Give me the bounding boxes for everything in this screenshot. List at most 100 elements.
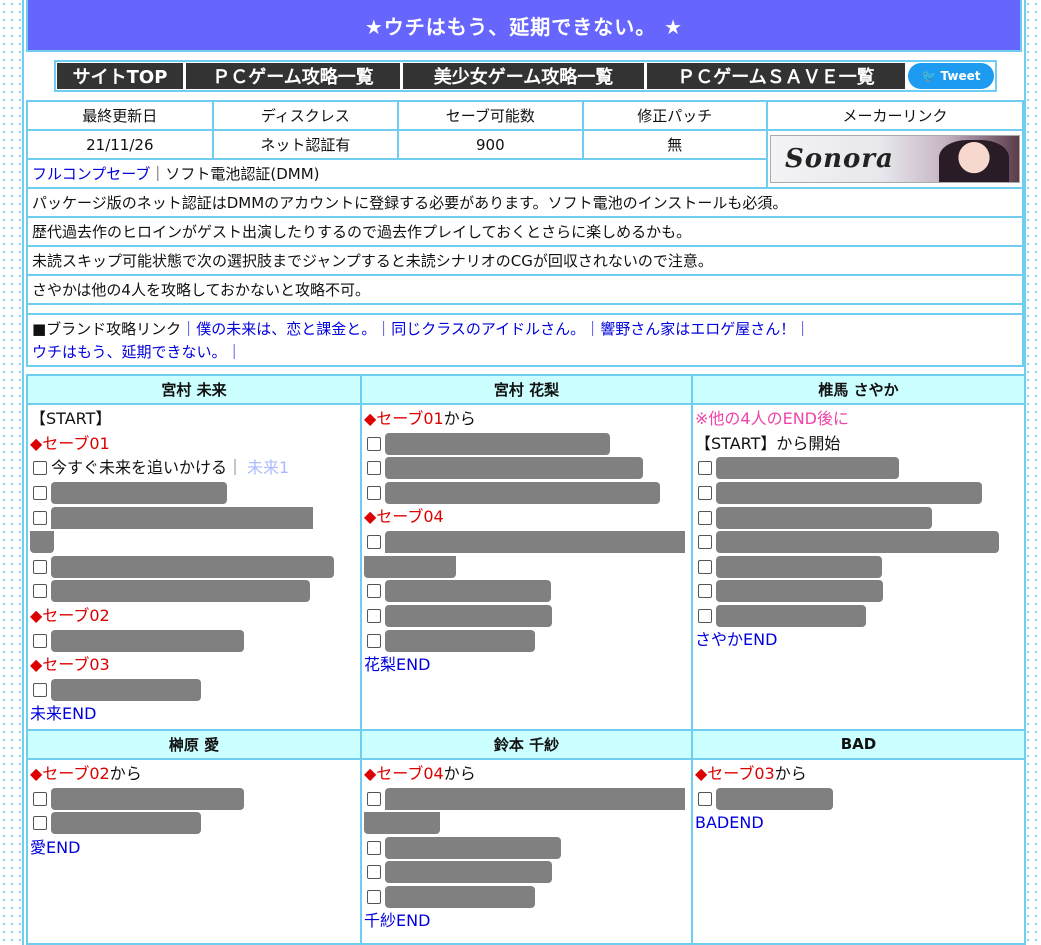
hidden-choice[interactable] (51, 678, 201, 701)
hidden-choice[interactable] (385, 580, 551, 603)
hidden-choice[interactable] (385, 861, 552, 884)
choice-checkbox[interactable] (698, 584, 712, 599)
hidden-choice[interactable] (51, 482, 227, 505)
start-label: ◆セーブ01 から (364, 409, 476, 428)
hidden-choice[interactable] (716, 506, 932, 529)
maker-banner-link[interactable]: Sonora (769, 135, 1020, 183)
choice-checkbox[interactable] (33, 682, 47, 697)
choice-checkbox[interactable] (33, 791, 47, 806)
full-complete-save-link[interactable]: フルコンプセーブ (32, 165, 150, 183)
header-diskless: ディスクレス (211, 100, 400, 131)
hidden-choice[interactable] (385, 836, 561, 859)
hidden-choice-wrap[interactable] (30, 531, 54, 554)
choice-checkbox[interactable] (367, 584, 381, 599)
brand-link-onaji-class[interactable]: 同じクラスのアイドルさん。 (391, 320, 585, 338)
route-ai: ◆セーブ02 から 愛END (26, 757, 362, 945)
hidden-choice[interactable] (385, 787, 685, 810)
choice-row-wrap (364, 811, 689, 836)
choice-row (30, 505, 358, 530)
route-header-miku: 宮村 未来 (26, 374, 362, 405)
spacer-row (26, 303, 1024, 315)
ending-link[interactable]: 千紗END (364, 909, 689, 934)
hidden-choice[interactable] (51, 555, 334, 578)
choice-checkbox[interactable] (367, 889, 381, 904)
nav-site-top[interactable]: サイトTOP (57, 63, 183, 89)
ending-link[interactable]: 未来END (30, 702, 358, 727)
choice-row (364, 481, 689, 506)
hidden-choice[interactable] (716, 555, 882, 578)
header-last-updated: 最終更新日 (26, 100, 214, 131)
choice-checkbox[interactable] (367, 840, 381, 855)
hidden-choice[interactable] (716, 457, 899, 480)
choice-row: 今すぐ未来を追いかける ｜ 未来1 (30, 456, 358, 481)
brand-link-boku-no-mirai[interactable]: 僕の未来は、恋と課金と。 (196, 320, 376, 338)
choice-checkbox[interactable] (698, 609, 712, 624)
choice-checkbox[interactable] (698, 510, 712, 525)
choice-checkbox[interactable] (367, 609, 381, 624)
hidden-choice[interactable] (716, 531, 999, 554)
tweet-button[interactable]: 🐦 Tweet (908, 63, 994, 89)
choice-text: 今すぐ未来を追いかける (51, 458, 228, 478)
hidden-choice[interactable] (385, 531, 685, 554)
choice-checkbox[interactable] (33, 461, 47, 476)
start-label: ◆セーブ03 から (695, 763, 807, 783)
choice-checkbox[interactable] (367, 791, 381, 806)
hidden-choice[interactable] (385, 605, 552, 628)
value-save-slots: 900 (397, 129, 584, 160)
choice-checkbox[interactable] (698, 535, 712, 550)
hidden-choice[interactable] (385, 482, 660, 505)
choice-checkbox[interactable] (698, 486, 712, 501)
choice-checkbox[interactable] (698, 791, 712, 806)
nav-pc-game-save[interactable]: ＰＣゲームＳＡＶＥ一覧 (647, 63, 905, 89)
choice-row-wrap (30, 530, 358, 555)
sonora-logo: Sonora (784, 144, 894, 174)
choice-checkbox[interactable] (367, 633, 381, 648)
nav-pc-game-guides[interactable]: ＰＣゲーム攻略一覧 (186, 63, 400, 89)
choice-row (364, 836, 689, 861)
ending-link[interactable]: 愛END (30, 836, 358, 861)
hidden-choice[interactable] (51, 506, 313, 529)
hidden-choice[interactable] (716, 482, 982, 505)
choice-row (364, 530, 689, 555)
hidden-choice[interactable] (716, 605, 866, 628)
start-label: 【START】 (30, 409, 112, 428)
hidden-choice[interactable] (385, 629, 535, 652)
choice-row-wrap (364, 555, 689, 580)
hidden-choice[interactable] (385, 885, 535, 908)
hidden-choice-wrap[interactable] (364, 812, 440, 835)
choice-checkbox[interactable] (367, 535, 381, 550)
choice-checkbox[interactable] (33, 584, 47, 599)
route-header-bad: BAD (691, 728, 1026, 760)
hidden-choice[interactable] (51, 629, 244, 652)
hidden-choice[interactable] (51, 812, 201, 835)
hidden-choice[interactable] (51, 787, 244, 810)
hidden-choice-wrap[interactable] (364, 555, 456, 578)
choice-checkbox[interactable] (698, 559, 712, 574)
choice-checkbox[interactable] (33, 633, 47, 648)
hidden-choice[interactable] (385, 432, 610, 455)
hidden-choice[interactable] (51, 580, 310, 603)
brand-link-uchi-wa-mou[interactable]: ウチはもう、延期できない。 (32, 343, 227, 361)
choice-checkbox[interactable] (33, 816, 47, 831)
choice-checkbox[interactable] (367, 436, 381, 451)
choice-checkbox[interactable] (367, 486, 381, 501)
start-label: 【START】から開始 (695, 433, 841, 453)
ending-link[interactable]: さやかEND (695, 628, 1022, 653)
hidden-choice[interactable] (716, 787, 833, 810)
choice-checkbox[interactable] (33, 486, 47, 501)
brand-link-hibikino[interactable]: 響野さん家はエロゲ屋さん！ (600, 320, 795, 338)
route-sayaka: ※他の4人のEND後に 【START】から開始 さやかEND (691, 403, 1026, 731)
nav-bishoujo-guides[interactable]: 美少女ゲーム攻略一覧 (403, 63, 644, 89)
choice-checkbox[interactable] (33, 510, 47, 525)
ending-link[interactable]: 花梨END (364, 653, 689, 678)
choice-row (364, 604, 689, 629)
hidden-choice[interactable] (385, 457, 643, 480)
choice-row (364, 786, 689, 811)
choice-checkbox[interactable] (367, 461, 381, 476)
choice-checkbox[interactable] (33, 559, 47, 574)
choice-checkbox[interactable] (367, 865, 381, 880)
ending-link[interactable]: BADEND (695, 811, 1022, 836)
hidden-choice[interactable] (716, 580, 883, 603)
page-container: ★ウチはもう、延期できない。 ★ サイトTOP ＰＣゲーム攻略一覧 美少女ゲーム… (22, 0, 1026, 945)
choice-checkbox[interactable] (698, 461, 712, 476)
